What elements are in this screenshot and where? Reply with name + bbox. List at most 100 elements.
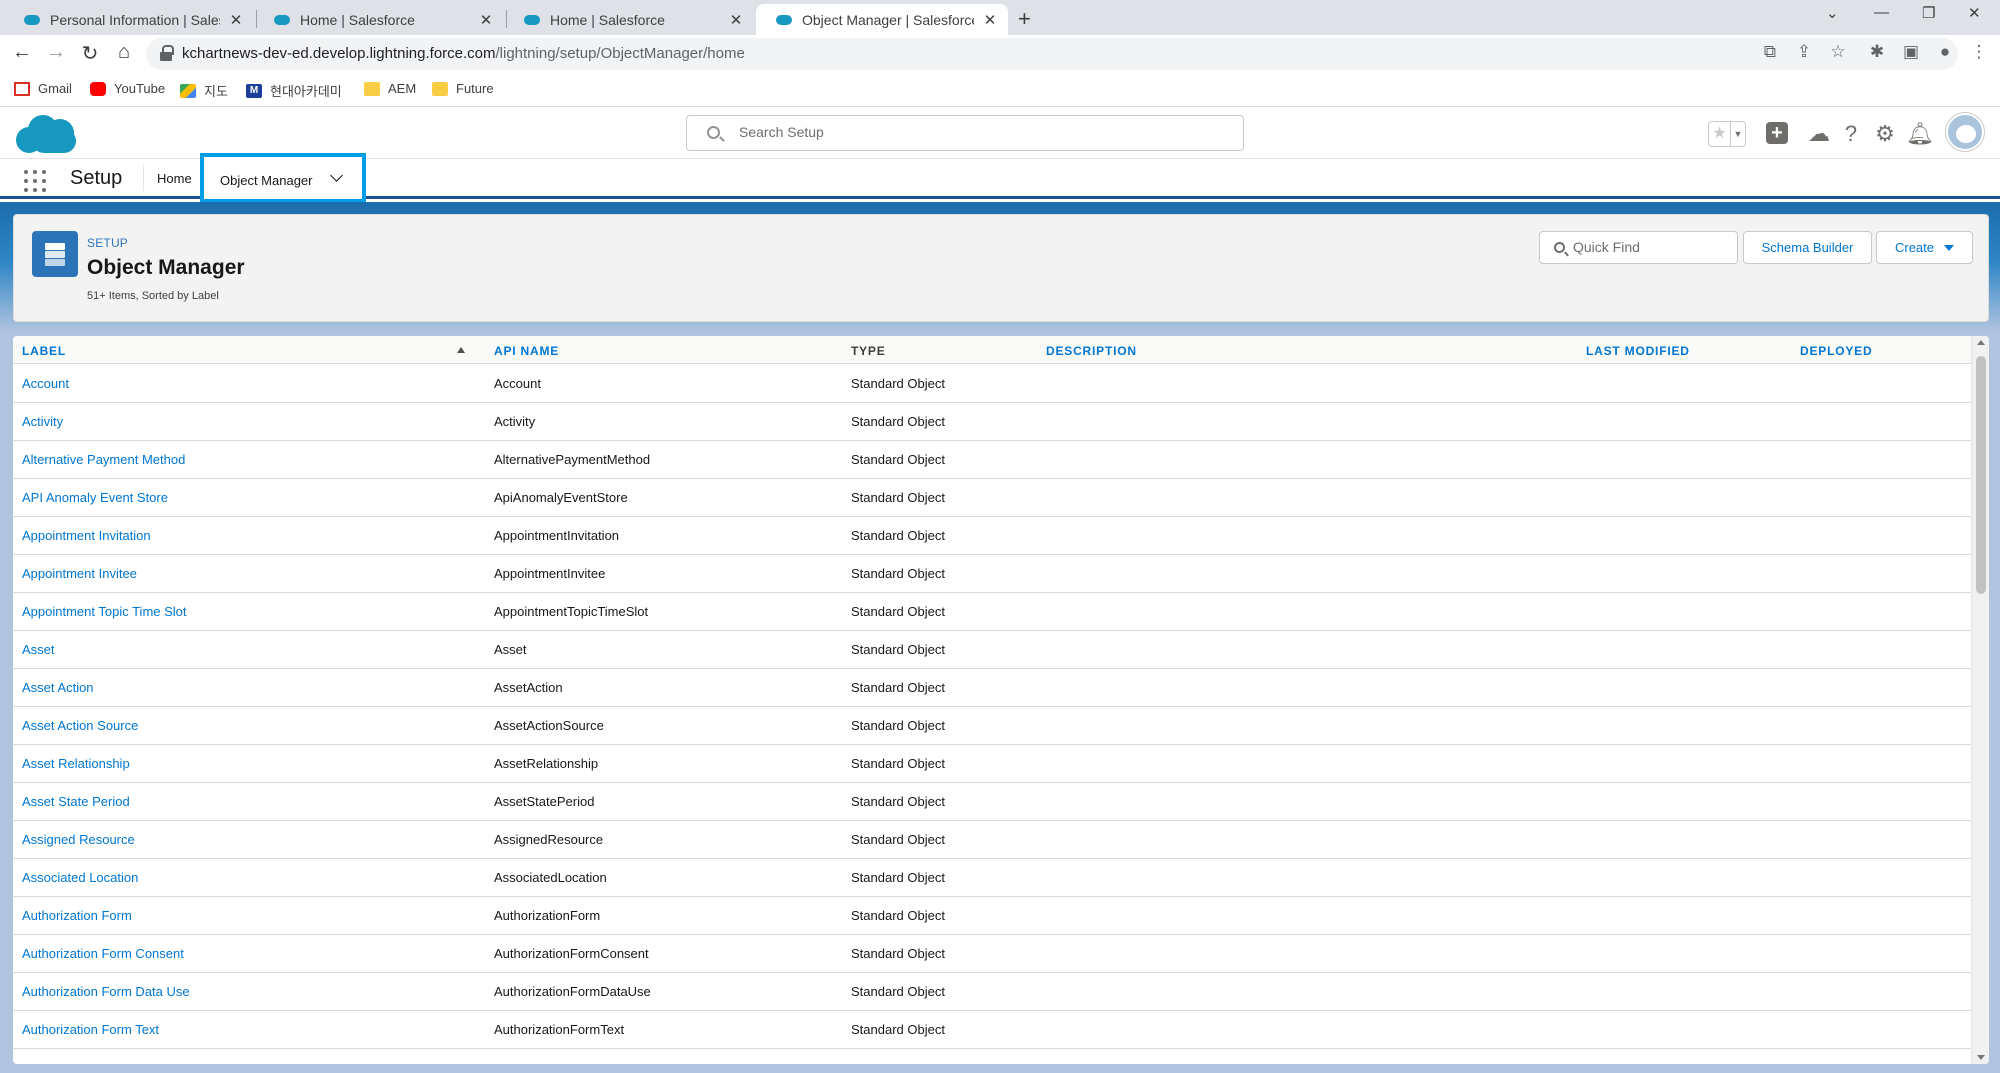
address-bar[interactable]: kchartnews-dev-ed.develop.lightning.forc… [146,38,1958,70]
bookmark-star-icon[interactable]: ☆ [1827,42,1849,62]
chevron-down-icon[interactable] [330,169,343,182]
minimize-icon[interactable]: — [1874,4,1889,21]
object-label-link[interactable]: Appointment Invitation [22,528,151,543]
browser-tab-3[interactable]: Home | Salesforce ✕ [504,4,754,35]
page-meta-info: 51+ Items, Sorted by Label [87,290,219,302]
breadcrumb-setup[interactable]: SETUP [87,236,128,250]
column-header-deployed[interactable]: DEPLOYED [1800,344,1872,358]
academy-icon: M [246,83,262,98]
scrollbar-thumb[interactable] [1976,356,1986,594]
scroll-up-arrow-icon[interactable] [1977,340,1985,345]
quick-find-input[interactable] [1573,239,1728,255]
app-launcher-icon[interactable] [24,170,46,192]
reload-icon[interactable]: ↻ [78,41,102,66]
browser-tab-4-active[interactable]: Object Manager | Salesforce ✕ [756,4,1008,35]
lock-icon [160,45,174,61]
browser-tab-1[interactable]: Personal Information | Salesforce ✕ [4,4,254,35]
table-row: Account Account Standard Object [13,365,1971,403]
forward-arrow-icon[interactable]: → [44,41,68,64]
object-api-name: Activity [494,414,536,429]
object-label-link[interactable]: Asset [22,642,55,657]
favorites-button[interactable]: ★ ▼ [1708,121,1746,147]
scroll-down-arrow-icon[interactable] [1977,1055,1985,1060]
object-label-link[interactable]: Account [22,376,69,391]
tab-search-icon[interactable]: ⌄ [1826,4,1839,22]
object-label-link[interactable]: Alternative Payment Method [22,452,185,467]
object-api-name: AuthorizationForm [494,908,601,923]
user-avatar[interactable] [1946,113,1984,151]
object-type: Standard Object [851,718,945,733]
object-type: Standard Object [851,680,945,695]
side-panel-icon[interactable]: ▣ [1900,42,1922,62]
bookmark-maps[interactable]: 지도 [180,81,228,100]
object-label-link[interactable]: Associated Location [22,870,138,885]
object-label-link[interactable]: Assigned Resource [22,832,135,847]
extensions-icon[interactable]: ✱ [1866,42,1888,62]
trailhead-icon[interactable]: ☁ [1806,121,1832,147]
global-actions-plus-icon[interactable]: + [1766,122,1788,144]
object-label-link[interactable]: Authorization Form Text [22,1022,159,1037]
bookmark-youtube[interactable]: YouTube [90,81,165,96]
object-type: Standard Object [851,604,945,619]
browser-tab-label: Home | Salesforce [550,11,665,28]
bookmark-label: 현대아카데미 [270,84,342,99]
object-label-link[interactable]: Authorization Form Data Use [22,984,190,999]
column-header-description[interactable]: DESCRIPTION [1046,344,1137,358]
close-window-icon[interactable]: ✕ [1968,4,1981,22]
bookmark-folder-aem[interactable]: AEM [364,81,416,96]
object-label-link[interactable]: Appointment Invitee [22,566,137,581]
close-tab-icon[interactable]: ✕ [478,11,494,29]
notifications-bell-icon[interactable]: 🔔︎ [1906,121,1934,147]
create-menu-button[interactable]: Create [1876,231,1973,264]
object-type: Standard Object [851,414,945,429]
object-label-link[interactable]: Asset Relationship [22,756,130,771]
setup-search-box[interactable] [686,115,1244,151]
new-tab-button[interactable]: + [1018,6,1031,32]
column-header-label[interactable]: LABEL [22,344,66,358]
setup-gear-icon[interactable]: ⚙ [1872,121,1898,147]
vertical-scrollbar[interactable] [1971,336,1989,1064]
object-label-link[interactable]: Asset Action Source [22,718,138,733]
nav-item-home[interactable]: Home [157,171,192,186]
column-header-api-name[interactable]: API NAME [494,344,559,358]
column-header-last-modified[interactable]: LAST MODIFIED [1586,344,1690,358]
object-type: Standard Object [851,1022,945,1037]
bookmark-academy[interactable]: M 현대아카데미 [246,81,342,100]
favorites-dropdown-icon[interactable]: ▼ [1731,122,1745,146]
object-label-link[interactable]: Authorization Form [22,908,132,923]
object-label-link[interactable]: Authorization Form Consent [22,946,184,961]
object-label-link[interactable]: Activity [22,414,63,429]
object-label-link[interactable]: API Anomaly Event Store [22,490,168,505]
help-icon[interactable]: ? [1838,121,1864,147]
maps-icon [180,83,196,98]
table-header-row: LABEL API NAME TYPE DESCRIPTION LAST MOD… [13,336,1971,364]
restore-icon[interactable]: ❐ [1922,4,1935,22]
object-label-link[interactable]: Appointment Topic Time Slot [22,604,187,619]
sort-ascending-icon[interactable] [457,347,465,353]
schema-builder-button[interactable]: Schema Builder [1743,231,1872,264]
close-tab-icon[interactable]: ✕ [982,11,998,29]
translate-icon[interactable]: ⧉ [1759,42,1781,62]
star-icon[interactable]: ★ [1709,122,1731,146]
gmail-icon [14,81,30,96]
setup-search-input[interactable] [739,124,1219,140]
table-row: Appointment Invitee AppointmentInvitee Sta… [13,555,1971,593]
back-arrow-icon[interactable]: ← [10,41,34,64]
browser-menu-icon[interactable]: ⋮ [1968,42,1990,62]
close-tab-icon[interactable]: ✕ [728,11,744,29]
quick-find-box[interactable] [1539,231,1738,264]
bookmark-folder-future[interactable]: Future [432,81,494,96]
object-label-link[interactable]: Asset State Period [22,794,130,809]
share-icon[interactable]: ⇪ [1793,42,1815,62]
profile-avatar-icon[interactable]: ● [1934,42,1956,62]
home-icon[interactable]: ⌂ [112,41,136,64]
bookmark-gmail[interactable]: Gmail [14,81,72,96]
object-label-link[interactable]: Asset Action [22,680,94,695]
nav-item-object-manager[interactable]: Object Manager [200,153,366,203]
salesforce-favicon-icon [274,14,290,25]
browser-tab-2[interactable]: Home | Salesforce ✕ [254,4,504,35]
close-tab-icon[interactable]: ✕ [228,11,244,29]
column-header-type[interactable]: TYPE [851,344,886,358]
salesforce-favicon-icon [524,14,540,25]
salesforce-logo-icon[interactable] [16,113,78,155]
